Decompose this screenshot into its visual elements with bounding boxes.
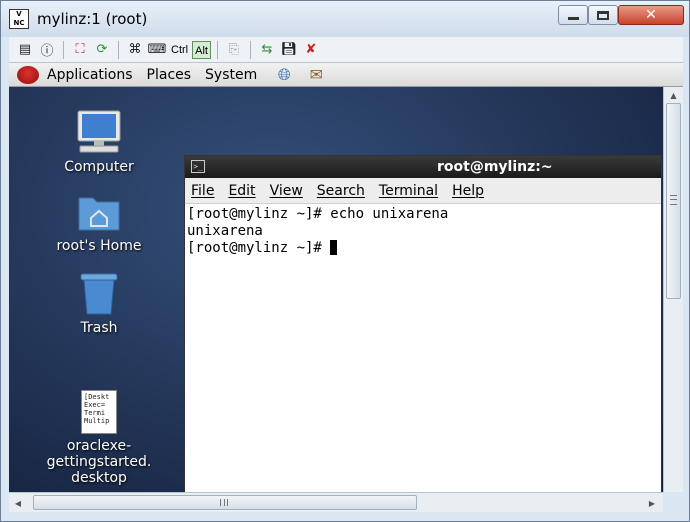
terminal-title-bar[interactable]: >_ root@mylinz:~ xyxy=(185,156,661,178)
fullscreen-icon[interactable]: ⛶ xyxy=(70,40,90,60)
menu-file[interactable]: File xyxy=(191,183,214,199)
menu-search[interactable]: Search xyxy=(317,183,365,199)
info-icon[interactable]: ⓘ xyxy=(37,40,57,60)
options-icon[interactable]: ▤ xyxy=(15,40,35,60)
terminal-prompt-line: [root@mylinz ~]# xyxy=(187,240,659,257)
redhat-logo-icon[interactable] xyxy=(17,65,39,84)
terminal-prompt: [root@mylinz ~]# xyxy=(187,240,331,256)
vnc-toolbar: ▤ ⓘ ⛶ ⟳ ⌘ ⌨ Ctrl Alt ⎘ ⇆ 💾︎ ✘ xyxy=(9,37,683,63)
applications-menu[interactable]: Applications xyxy=(47,67,133,83)
scroll-up-icon[interactable]: ▲ xyxy=(664,87,683,103)
thumb-line: Termi xyxy=(84,409,106,417)
grip-icon xyxy=(220,499,228,506)
toolbar-separator xyxy=(216,40,218,59)
desktop-icon-label: Trash xyxy=(80,320,118,336)
trash-icon xyxy=(80,273,118,315)
thumb-line: Exec= xyxy=(84,401,106,409)
desktop-icon-trash[interactable]: Trash xyxy=(29,272,169,336)
menu-edit[interactable]: Edit xyxy=(228,183,255,199)
scrollbar-corner xyxy=(663,492,683,512)
web-browser-icon[interactable]: 🌐︎ xyxy=(273,65,295,85)
vnc-viewer-window: V NC mylinz:1 (root) ✕ ▤ ⓘ ⛶ ⟳ ⌘ ⌨ Ctrl A… xyxy=(0,0,690,522)
close-button[interactable]: ✕ xyxy=(618,5,684,25)
refresh-icon[interactable]: ⟳ xyxy=(92,40,112,60)
toolbar-separator xyxy=(118,40,119,59)
toolbar-separator xyxy=(63,40,64,59)
desktop-icon-label: root's Home xyxy=(56,238,142,254)
desktop-icon-label: desktop xyxy=(71,470,127,486)
save-icon[interactable]: 💾︎ xyxy=(279,40,299,60)
launcher-file-icon: [Deskt Exec= Termi Multip xyxy=(81,390,117,434)
window-title: mylinz:1 (root) xyxy=(37,10,148,28)
vertical-scrollbar[interactable]: ▲ xyxy=(663,87,683,492)
scroll-left-icon[interactable]: ◀ xyxy=(11,496,25,510)
terminal-line: unixarena xyxy=(187,223,263,239)
thumb-line: [Deskt xyxy=(84,393,110,401)
maximize-icon xyxy=(597,10,609,20)
computer-icon xyxy=(77,110,121,153)
home-folder-icon xyxy=(78,197,120,231)
terminal-menubar: File Edit View Search Terminal Help xyxy=(185,178,661,204)
thumb-line: Multip xyxy=(84,417,110,425)
minimize-icon xyxy=(567,16,579,20)
menu-view[interactable]: View xyxy=(270,183,303,199)
menu-terminal[interactable]: Terminal xyxy=(379,183,438,199)
terminal-title: root@mylinz:~ xyxy=(437,159,553,175)
gnome-top-panel: Applications Places System 🌐︎ ✉ xyxy=(9,63,683,87)
terminal-output[interactable]: [root@mylinz ~]# echo unixarena unixaren… xyxy=(185,204,661,492)
title-bar[interactable]: V NC mylinz:1 (root) ✕ xyxy=(1,1,689,37)
text-cursor xyxy=(330,240,338,255)
terminal-line: [root@mylinz ~]# echo unixarena xyxy=(187,206,449,222)
send-keys-icon[interactable]: ⌘ xyxy=(125,40,145,60)
places-menu[interactable]: Places xyxy=(147,67,192,83)
scroll-right-icon[interactable]: ▶ xyxy=(645,496,659,510)
copy-icon[interactable]: ⎘ xyxy=(224,40,244,60)
vertical-scroll-thumb[interactable] xyxy=(666,103,681,299)
alt-key-button[interactable]: Alt xyxy=(192,40,211,59)
close-icon: ✕ xyxy=(645,7,657,23)
keyboard-icon[interactable]: ⌨ xyxy=(147,40,167,60)
maximize-button[interactable] xyxy=(588,5,618,25)
transfer-icon[interactable]: ⇆ xyxy=(257,40,277,60)
desktop-icon-label: oraclexe- xyxy=(66,438,132,454)
grip-icon xyxy=(670,195,677,205)
desktop-icon-oraclexe[interactable]: [Deskt Exec= Termi Multip oraclexe- gett… xyxy=(29,390,169,486)
desktop-icon-label: gettingstarted. xyxy=(46,454,152,470)
horizontal-scroll-thumb[interactable] xyxy=(33,495,417,510)
minimize-button[interactable] xyxy=(558,5,588,25)
menu-help[interactable]: Help xyxy=(452,183,484,199)
terminal-icon: >_ xyxy=(191,160,205,173)
terminal-window[interactable]: >_ root@mylinz:~ File Edit View Search T… xyxy=(184,155,662,493)
horizontal-scrollbar[interactable]: ◀ ▶ xyxy=(9,492,663,512)
disconnect-icon[interactable]: ✘ xyxy=(301,40,321,60)
system-menu[interactable]: System xyxy=(205,67,257,83)
desktop-icon-computer[interactable]: Computer xyxy=(29,109,169,175)
toolbar-separator xyxy=(249,40,251,59)
vnc-app-icon[interactable]: V NC xyxy=(9,9,29,29)
desktop-icon-label: Computer xyxy=(64,159,134,175)
ctrl-key-button[interactable]: Ctrl xyxy=(169,41,190,59)
desktop-icon-home[interactable]: root's Home xyxy=(29,192,169,254)
mail-icon[interactable]: ✉ xyxy=(305,65,327,85)
